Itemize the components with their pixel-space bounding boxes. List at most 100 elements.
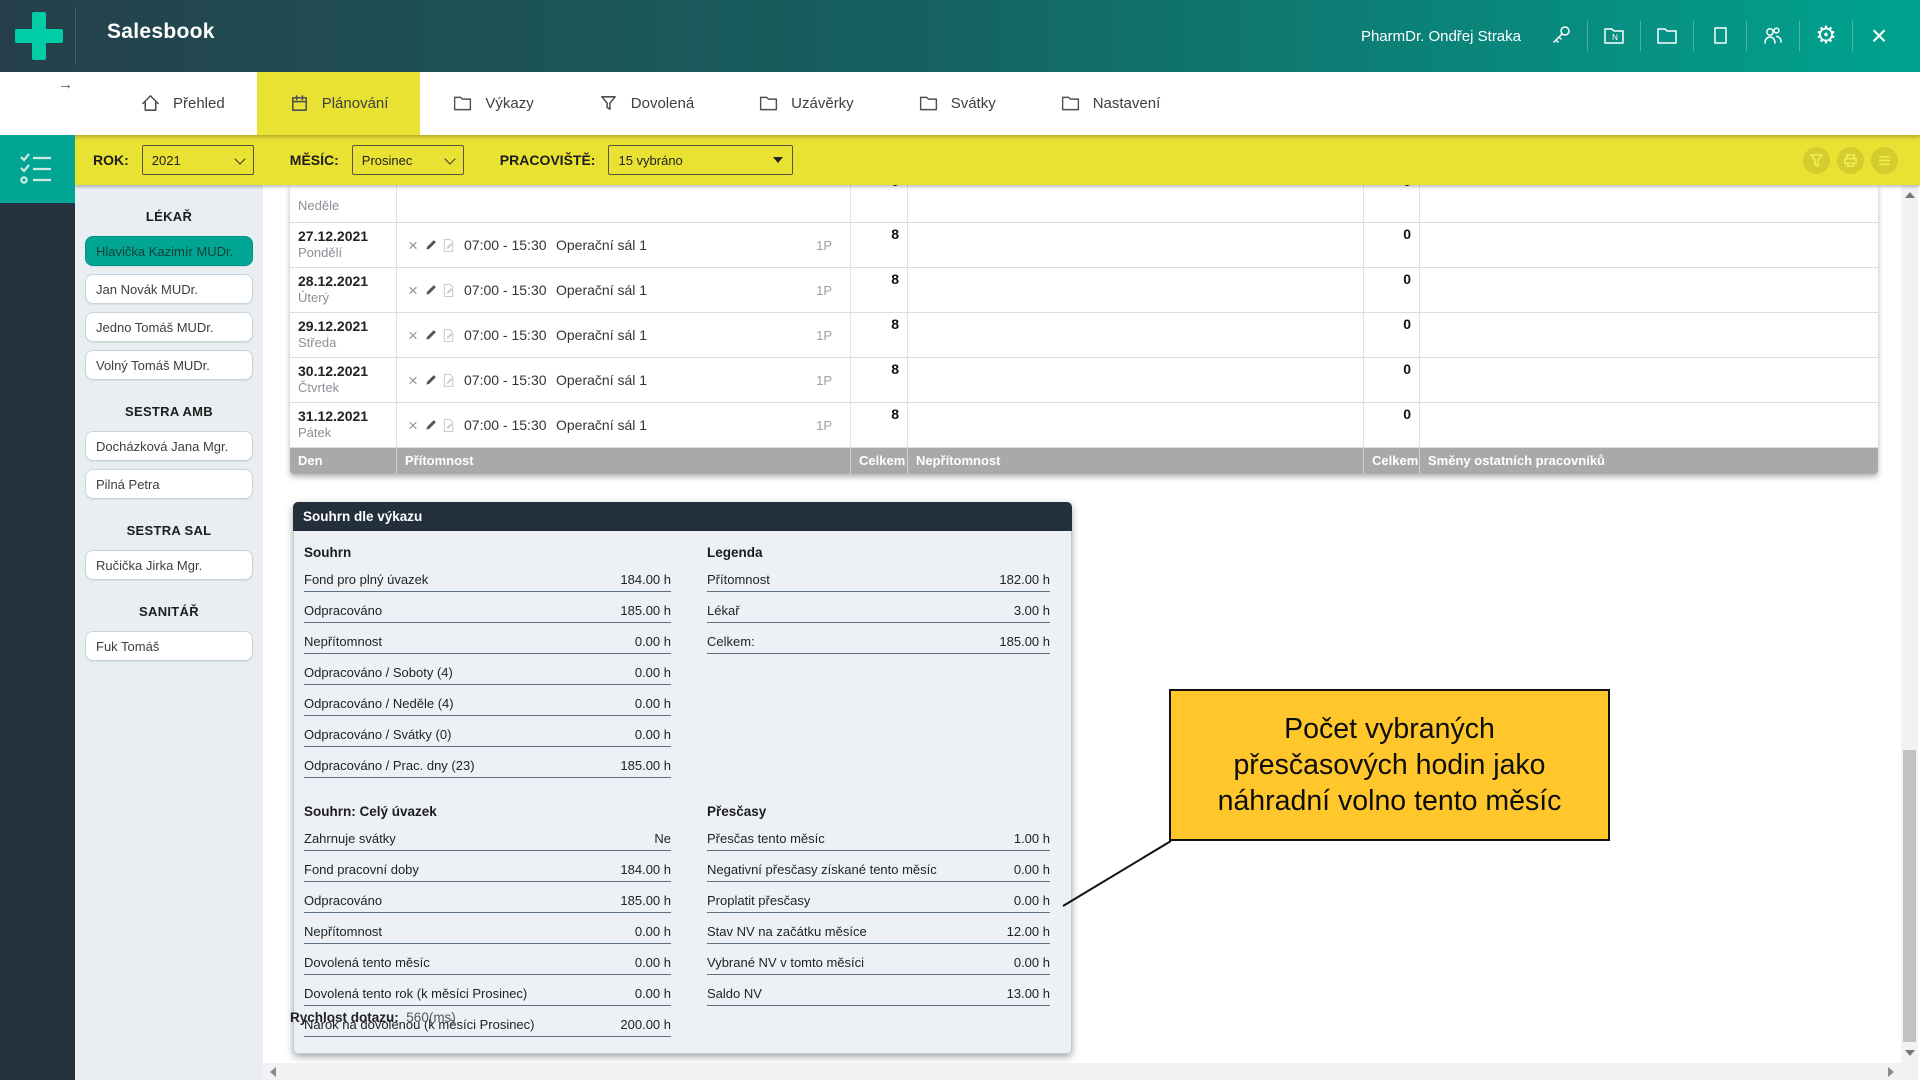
pencil-icon[interactable] [424,418,438,433]
table-footer-header: DenPřítomnostCelkemNepřítomnostCelkemSmě… [290,448,1878,474]
scroll-up-icon[interactable] [1905,192,1915,198]
row-actions: × [406,238,456,253]
summary-row-label: Vybrané NV v tomto měsíci [707,955,864,970]
worker-item[interactable]: Fuk Tomáš [85,631,253,661]
note-edit-icon[interactable] [442,283,456,298]
shift-tag: 1P [816,238,832,253]
month-select[interactable]: Prosinec [352,145,464,175]
shift-tag: 1P [816,418,832,433]
day-cell: 28.12.2021Úterý [290,268,397,312]
note-edit-icon[interactable] [442,238,456,253]
horizontal-scrollbar[interactable] [263,1063,1901,1080]
tab-uzávěrky[interactable]: Uzávěrky [726,72,886,135]
pencil-icon[interactable] [424,373,438,388]
present-total-cell: 8 [851,268,908,312]
summary-row-label: Nepřítomnost [304,924,382,939]
summary-row-label: Odpracováno / Soboty (4) [304,665,453,680]
filter-button[interactable] [1803,147,1830,174]
tab-plánování[interactable]: Plánování [257,72,421,135]
group-title: SESTRA AMB [75,404,263,419]
day-cell: 29.12.2021Středa [290,313,397,357]
year-select[interactable]: 2021 [142,145,254,175]
footer-col-label: Nepřítomnost [908,448,1364,474]
summary-row-value: 0.00 h [635,986,671,1001]
absence-cell [908,223,1364,267]
workplace-select[interactable]: 15 vybráno [608,145,793,175]
tab-výkazy[interactable]: Výkazy [420,72,565,135]
print-button[interactable] [1837,147,1864,174]
summary-row: Odpracováno / Prac. dny (23)185.00 h [304,747,671,778]
shift-place: Operační sál 1 [556,417,647,433]
close-icon[interactable]: × [406,283,420,298]
summary-row: Celkem:185.00 h [707,623,1050,654]
menu-button[interactable] [1871,147,1898,174]
summary-section-heading: Legenda [707,545,1050,560]
footer-col-label: Celkem [851,448,908,474]
shift-place: Operační sál 1 [556,327,647,343]
key-icon[interactable] [1548,23,1574,49]
folder-n-icon[interactable]: N [1601,23,1627,49]
square-icon[interactable] [1707,23,1733,49]
footer-col-label: Celkem [1364,448,1420,474]
summary-row: Odpracováno185.00 h [304,592,671,623]
summary-row-label: Přítomnost [707,572,770,587]
summary-row-label: Odpracováno [304,893,382,908]
worker-item[interactable]: Jan Novák MUDr. [85,274,253,304]
workplace-label: PRACOVIŠTĚ: [500,152,596,168]
summary-row-value: 0.00 h [1014,862,1050,877]
pencil-icon[interactable] [424,238,438,253]
tab-label: Přehled [173,95,225,112]
worker-item[interactable]: Jedno Tomáš MUDr. [85,312,253,342]
shift-place: Operační sál 1 [556,237,647,253]
absence-cell [908,403,1364,447]
callout-line: náhradní volno tento měsíc [1171,783,1608,819]
left-rail [0,203,75,1080]
schedule-table: 26.12.2021 Neděle 0 0 27.12.2021Pondělí×… [290,185,1878,474]
scroll-right-icon[interactable] [1888,1067,1894,1077]
tab-dovolená[interactable]: Dovolená [566,72,726,135]
summary-row-value: 0.00 h [635,955,671,970]
tab-nastavení[interactable]: Nastavení [1028,72,1193,135]
worker-list-toggle[interactable] [0,135,75,203]
close-icon[interactable]: × [406,373,420,388]
worker-item[interactable]: Pilná Petra [85,469,253,499]
pencil-icon[interactable] [424,283,438,298]
worker-item[interactable]: Ručička Jirka Mgr. [85,550,253,580]
note-edit-icon[interactable] [442,328,456,343]
worker-item[interactable]: Hlavička Kazimír MUDr. [85,236,253,266]
header-right: PharmDr. Ondřej Straka N⚙× [1361,0,1892,72]
summary-row-value: 0.00 h [635,924,671,939]
close-icon[interactable]: × [1866,23,1892,49]
scroll-down-icon[interactable] [1905,1050,1915,1056]
total-cell: 0 [1364,185,1420,222]
tab-přehled[interactable]: Přehled [108,72,257,135]
summary-row-label: Odpracováno [304,603,382,618]
close-icon[interactable]: × [406,238,420,253]
row-date: 31.12.2021 [298,408,396,424]
folder-icon[interactable] [1654,23,1680,49]
close-icon[interactable]: × [406,418,420,433]
pencil-icon[interactable] [424,328,438,343]
shift-time: 07:00 - 15:30 [464,282,548,298]
icon-separator [1640,21,1641,51]
note-edit-icon[interactable] [442,373,456,388]
month-filter-group: MĚSÍC: Prosinec [290,145,464,175]
workplace-value: 15 vybráno [618,153,682,168]
scroll-left-icon[interactable] [270,1067,276,1077]
tab-svátky[interactable]: Svátky [886,72,1028,135]
folder-icon [918,93,939,114]
present-total: 8 [891,226,899,242]
vertical-scrollbar[interactable] [1901,185,1918,1080]
worker-item[interactable]: Docházková Jana Mgr. [85,431,253,461]
note-edit-icon[interactable] [442,418,456,433]
gear-icon[interactable]: ⚙ [1813,23,1839,49]
users-icon[interactable] [1760,23,1786,49]
vertical-scroll-thumb[interactable] [1903,750,1916,1042]
summary-row-value: 184.00 h [620,572,671,587]
dropdown-triangle-icon [773,157,783,163]
year-label: ROK: [93,152,129,168]
close-icon[interactable]: × [406,328,420,343]
worker-item[interactable]: Volný Tomáš MUDr. [85,350,253,380]
collapse-arrow-icon[interactable]: → [58,76,73,93]
presence-cell: ×07:00 - 15:30Operační sál 11P [397,223,851,267]
